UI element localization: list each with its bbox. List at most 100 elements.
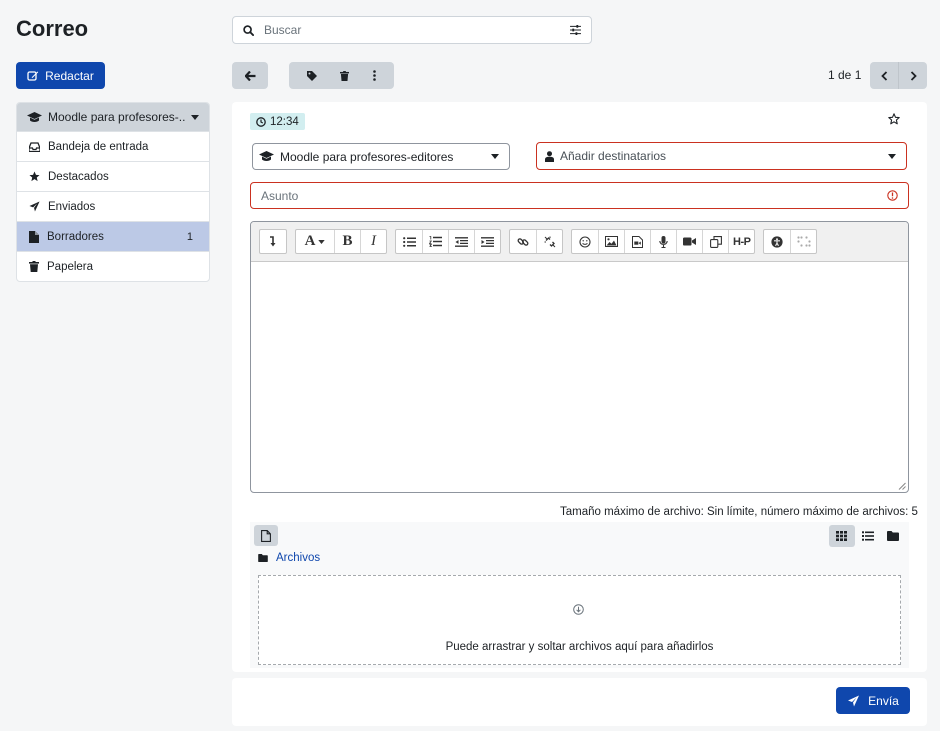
image-button[interactable]	[598, 230, 624, 253]
search-icon	[243, 24, 254, 36]
sidebar-item-label: Enviados	[48, 200, 96, 213]
previous-page-button[interactable]	[870, 62, 898, 89]
paragraph-style-button[interactable]: A	[296, 230, 334, 253]
files-folder-link[interactable]: Archivos	[276, 552, 320, 564]
sidebar-item-sent[interactable]: Enviados	[17, 191, 209, 221]
sidebar-item-inbox[interactable]: Bandeja de entrada	[17, 131, 209, 161]
back-button[interactable]	[232, 62, 268, 89]
sidebar-item-drafts[interactable]: Borradores 1	[17, 221, 209, 251]
search-input[interactable]	[264, 23, 560, 37]
screenreader-helper-button[interactable]	[790, 230, 816, 253]
paper-plane-icon	[29, 201, 40, 212]
sidebar-item-label: Destacados	[48, 170, 109, 183]
sidebar-item-label: Bandeja de entrada	[48, 140, 149, 153]
accessibility-icon	[771, 235, 784, 248]
list-ol-icon	[429, 236, 442, 247]
font-style-icon: A	[304, 233, 316, 249]
upload-arrow-icon	[573, 604, 584, 615]
h5p-icon: H-P	[733, 235, 751, 248]
send-button[interactable]: Envía	[836, 687, 910, 714]
trash-icon[interactable]	[340, 70, 350, 81]
inbox-icon	[29, 141, 40, 152]
user-icon	[545, 150, 554, 162]
editor-content-area[interactable]	[251, 262, 908, 492]
exclamation-circle-icon	[887, 190, 898, 201]
add-file-button[interactable]	[254, 525, 278, 546]
italic-button[interactable]: I	[360, 230, 386, 253]
compose-label: Redactar	[45, 68, 94, 83]
video-camera-icon	[683, 237, 696, 246]
tag-icon[interactable]	[306, 70, 317, 81]
sidebar-item-label: Borradores	[47, 230, 104, 243]
course-select[interactable]: Moodle para profesores-editores	[252, 143, 510, 170]
emoji-button[interactable]	[572, 230, 598, 253]
sidebar-item-trash[interactable]: Papelera	[17, 251, 209, 281]
resize-handle-icon[interactable]	[898, 482, 906, 490]
indent-button[interactable]	[474, 230, 500, 253]
chevron-left-icon	[880, 70, 887, 81]
search-bar	[232, 16, 592, 44]
time-text: 12:34	[270, 115, 299, 128]
folder-icon	[887, 531, 900, 541]
graduation-cap-icon	[259, 151, 274, 161]
caret-down-icon	[191, 114, 199, 120]
folder-icon	[258, 554, 268, 562]
toolbar-toggle-button[interactable]	[260, 230, 286, 253]
message-actions-toolbar	[289, 62, 394, 89]
recipients-input[interactable]: Añadir destinatarios	[536, 142, 907, 170]
clock-icon	[256, 116, 266, 127]
indent-icon	[481, 236, 494, 247]
list-ul-icon	[402, 236, 416, 247]
toolbar-group-collapse	[259, 229, 287, 254]
h5p-button[interactable]: H-P	[728, 230, 754, 253]
course-select-value: Moodle para profesores-editores	[280, 149, 454, 164]
link-button[interactable]	[510, 230, 536, 253]
caret-down-icon	[318, 239, 326, 244]
ellipsis-vertical-icon[interactable]	[373, 70, 376, 81]
manage-files-button[interactable]	[702, 230, 728, 253]
image-icon	[605, 236, 618, 247]
record-audio-button[interactable]	[650, 230, 676, 253]
time-badge: 12:34	[250, 113, 305, 130]
unlink-icon	[544, 236, 555, 247]
view-list-button[interactable]	[855, 525, 881, 547]
pagination	[870, 62, 927, 89]
view-mode-switcher	[829, 525, 906, 547]
trash-icon	[29, 261, 39, 272]
compose-button[interactable]: Redactar	[16, 62, 105, 89]
subject-input[interactable]	[261, 188, 887, 203]
file-outline-icon	[261, 529, 271, 542]
view-tree-button[interactable]	[880, 525, 906, 547]
unlink-button[interactable]	[536, 230, 562, 253]
editor-toolbar: A B I H-P	[251, 222, 908, 262]
sidebar-item-starred[interactable]: Destacados	[17, 161, 209, 191]
toolbar-group-lists	[395, 229, 501, 254]
page-title: Correo	[16, 16, 89, 41]
drafts-count-badge: 1	[186, 230, 193, 243]
next-page-button[interactable]	[898, 62, 927, 89]
ordered-list-button[interactable]	[422, 230, 448, 253]
sliders-icon[interactable]	[570, 25, 581, 35]
media-file-button[interactable]	[624, 230, 650, 253]
course-selector[interactable]: Moodle para profesores-...	[17, 103, 209, 131]
link-icon	[517, 237, 529, 246]
outdent-button[interactable]	[448, 230, 474, 253]
star-outline-icon	[888, 113, 900, 125]
record-video-button[interactable]	[676, 230, 702, 253]
recipients-placeholder: Añadir destinatarios	[560, 149, 667, 163]
file-path-breadcrumb: Archivos	[258, 552, 320, 564]
pagination-text: 1 de 1	[828, 68, 862, 82]
bold-button[interactable]: B	[334, 230, 360, 253]
caret-down-icon	[888, 153, 896, 159]
toolbar-group-style: A B I	[295, 229, 387, 254]
toolbar-group-media: H-P	[571, 229, 756, 254]
arrow-left-icon	[244, 70, 255, 81]
unordered-list-button[interactable]	[396, 230, 422, 253]
copy-icon	[709, 235, 722, 248]
message-editor: A B I H-P	[250, 221, 909, 493]
star-toggle[interactable]	[888, 113, 900, 125]
subject-field	[250, 182, 909, 209]
send-label: Envía	[868, 693, 899, 708]
accessibility-checker-button[interactable]	[764, 230, 790, 253]
view-icons-button[interactable]	[829, 525, 855, 547]
